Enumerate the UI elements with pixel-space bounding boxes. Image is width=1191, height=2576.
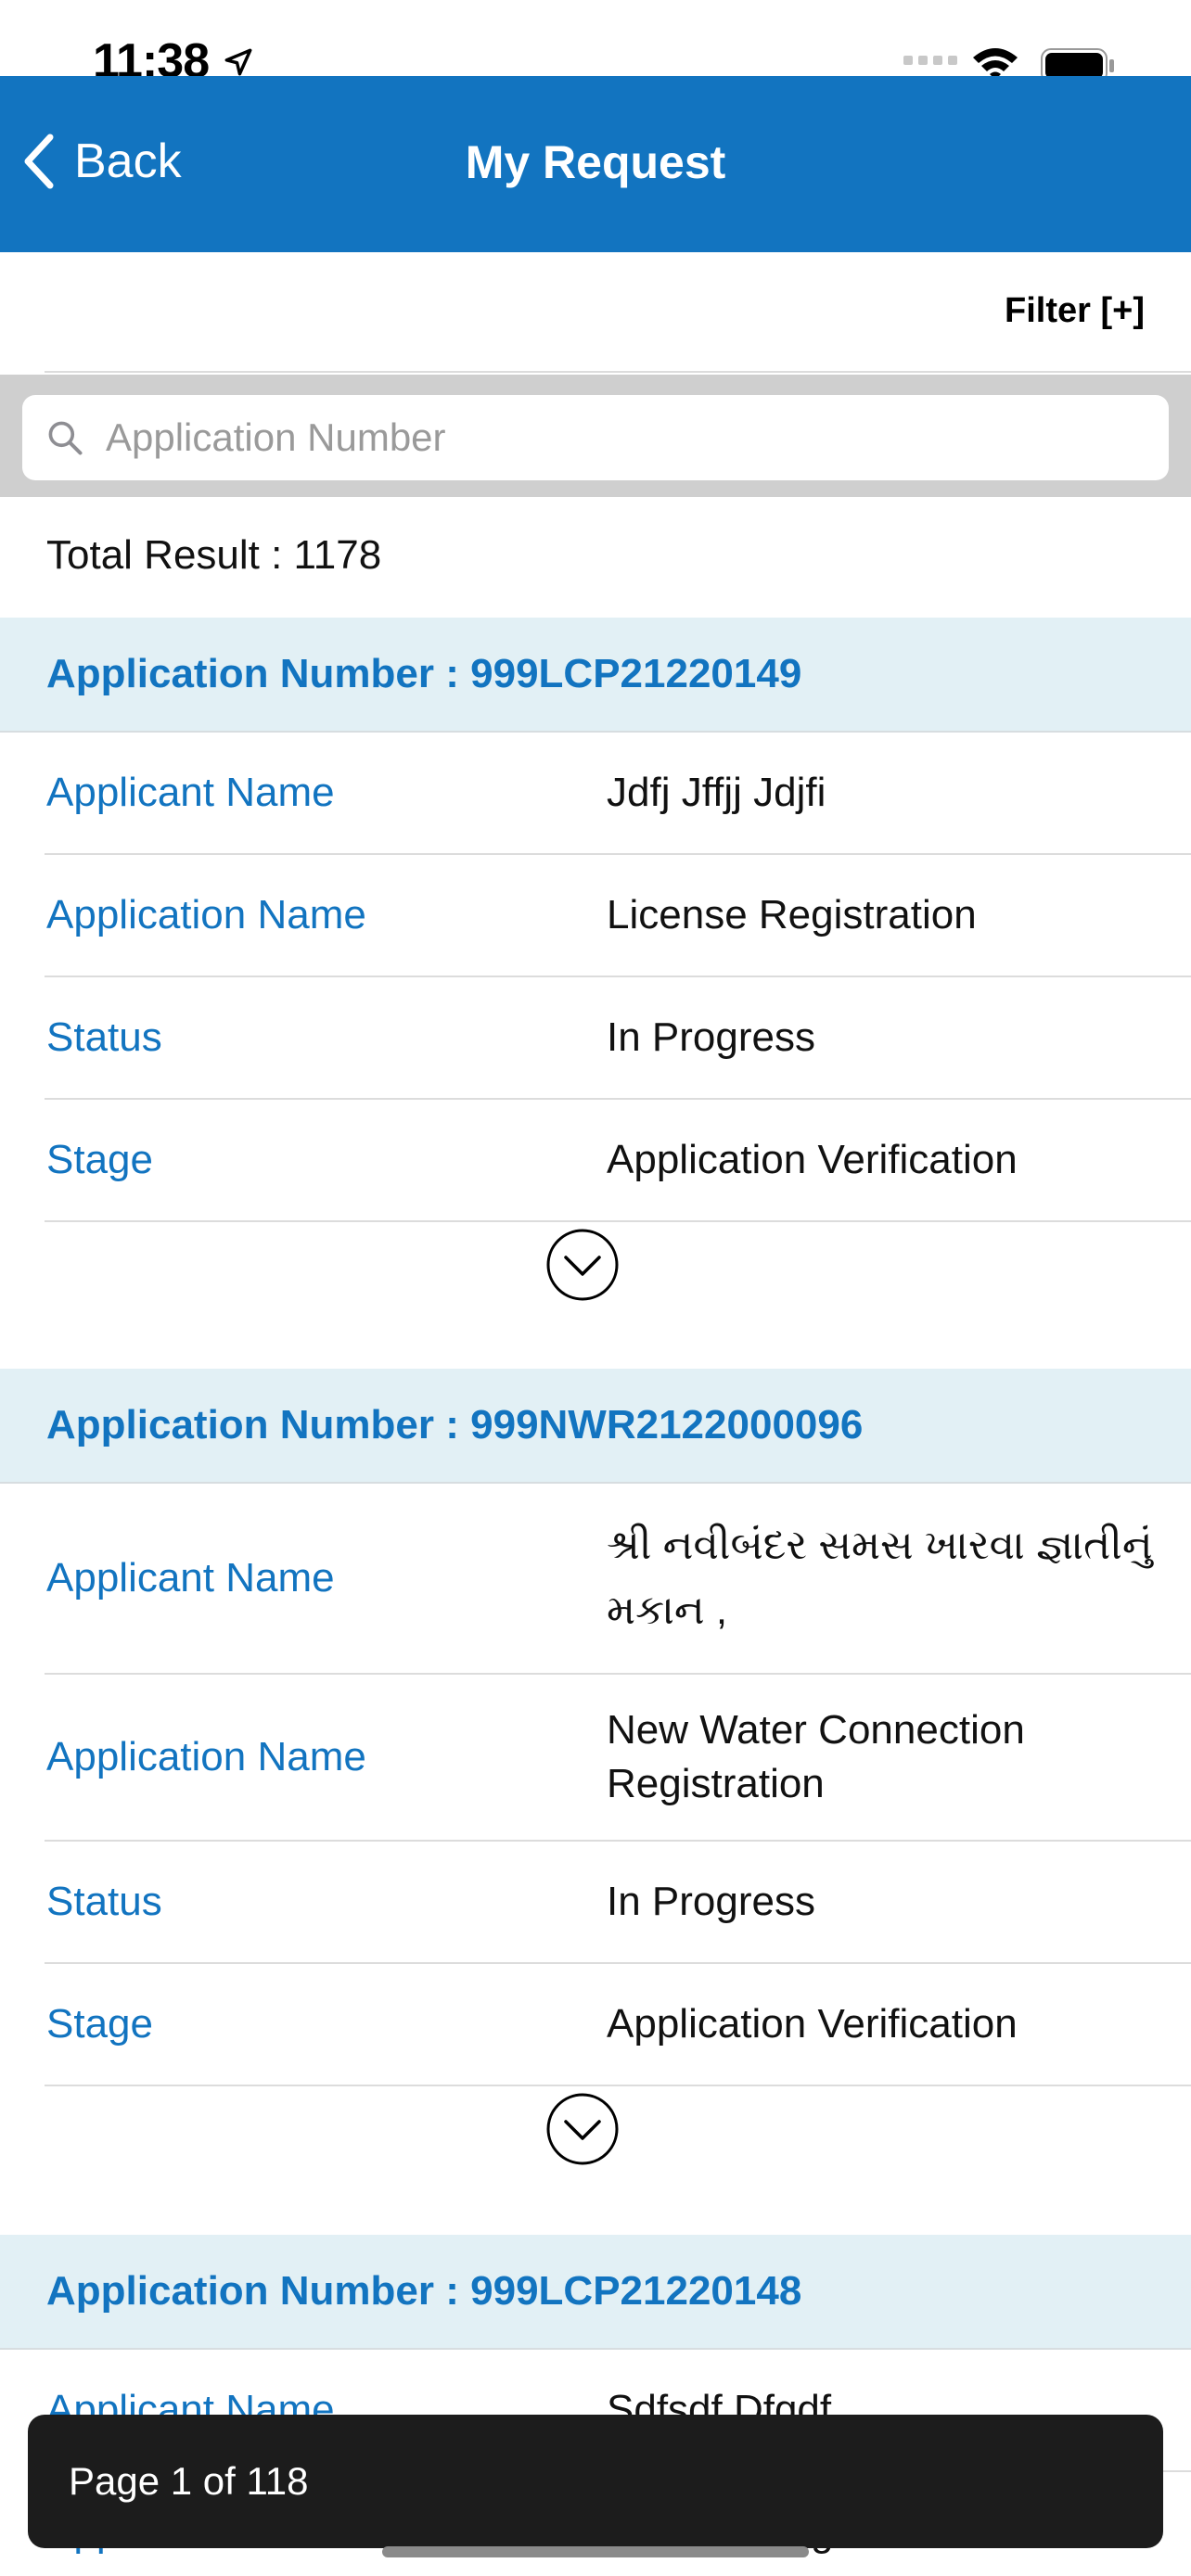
status-value: In Progress [607, 1014, 815, 1060]
applicant-name-label: Applicant Name [46, 770, 335, 815]
filter-button[interactable]: Filter [+] [1005, 291, 1145, 331]
search-icon [48, 421, 83, 455]
status-value: In Progress [607, 1879, 815, 1924]
search-bar [0, 375, 1191, 497]
home-indicator[interactable] [382, 2546, 809, 2557]
filter-row: Filter [+] [0, 252, 1191, 373]
stage-value: Application Verification [607, 1137, 1018, 1182]
application-number-header: Application Number : 999LCP21220149 [0, 618, 1191, 733]
stage-row: Stage Application Verification [45, 1964, 1191, 2086]
pagination-toast: Page 1 of 118 [28, 2415, 1163, 2548]
total-result: Total Result : 1178 [46, 532, 382, 578]
status-label: Status [46, 1014, 162, 1060]
navigation-bar: Back My Request [0, 76, 1191, 252]
status-row: Status In Progress [45, 977, 1191, 1100]
applicant-name-row: Applicant Name શ્રી નવીબંદર સમસ ખારવા જ્… [45, 1484, 1191, 1675]
application-card[interactable]: Application Number : 999NWR2122000096 Ap… [0, 1369, 1191, 2179]
status-bar: 11:38 [0, 0, 1191, 88]
location-arrow-icon [224, 48, 252, 76]
application-name-row: Application Name License Registration [45, 855, 1191, 977]
expand-row [0, 1222, 1191, 1315]
application-number-header: Application Number : 999LCP21220148 [0, 2235, 1191, 2350]
application-number: Application Number : 999LCP21220149 [46, 651, 802, 696]
page-title: My Request [465, 136, 726, 188]
expand-chevron-icon[interactable] [545, 2092, 620, 2166]
screen: 11:38 Back My Request Filter [+] Applica… [0, 0, 1191, 2576]
expand-row [0, 2086, 1191, 2179]
applicant-name-row: Applicant Name Jdfj Jffjj Jdjfi [45, 733, 1191, 855]
applicant-name-value: શ્રી નવીબંદર સમસ ખારવા જ્ઞાતીનું મકાન , [607, 1523, 1153, 1633]
page-indicator: Page 1 of 118 [69, 2459, 309, 2503]
application-name-value: New Water Connection Registration [607, 1707, 1025, 1806]
search-box[interactable] [22, 395, 1169, 480]
status-row: Status In Progress [45, 1842, 1191, 1964]
application-number-header: Application Number : 999NWR2122000096 [0, 1369, 1191, 1484]
application-name-value: License Registration [607, 892, 977, 937]
application-name-row: Application Name New Water Connection Re… [45, 1675, 1191, 1842]
application-number: Application Number : 999NWR2122000096 [46, 1402, 864, 1447]
applicant-name-value: Jdfj Jffjj Jdjfi [607, 770, 826, 815]
cellular-signal-icon [903, 56, 957, 65]
search-input[interactable] [106, 415, 1126, 460]
application-name-label: Application Name [46, 892, 366, 937]
stage-label: Stage [46, 1137, 153, 1182]
application-card[interactable]: Application Number : 999LCP21220149 Appl… [0, 618, 1191, 1315]
expand-chevron-icon[interactable] [545, 1228, 620, 1302]
applicant-name-label: Applicant Name [46, 1555, 335, 1600]
stage-row: Stage Application Verification [45, 1100, 1191, 1222]
application-number: Application Number : 999LCP21220148 [46, 2268, 802, 2314]
divider [45, 371, 1191, 373]
application-name-label: Application Name [46, 1734, 366, 1779]
stage-value: Application Verification [607, 2001, 1018, 2047]
status-label: Status [46, 1879, 162, 1924]
stage-label: Stage [46, 2001, 153, 2047]
